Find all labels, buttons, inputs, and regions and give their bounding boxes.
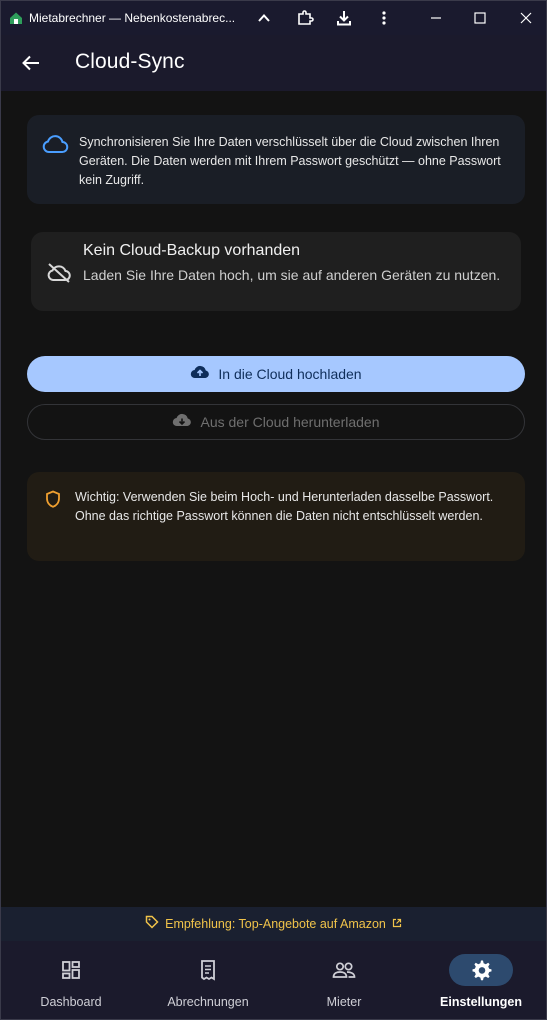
download-icon[interactable]: [334, 8, 354, 28]
upload-button-label: In die Cloud hochladen: [218, 366, 362, 382]
download-button[interactable]: Aus der Cloud herunterladen: [27, 404, 525, 440]
info-text: Synchronisieren Sie Ihre Daten verschlüs…: [79, 135, 501, 187]
extension-icon[interactable]: [295, 8, 315, 28]
nav-item-einstellungen[interactable]: Einstellungen: [440, 941, 522, 1019]
window-title: Mietabrechner — Nebenkostenabrec...: [29, 11, 236, 25]
backup-status-card: Kein Cloud-Backup vorhanden Laden Sie Ih…: [31, 232, 521, 311]
cloud-off-icon: [46, 262, 72, 284]
app-logo-icon: [9, 11, 23, 25]
receipt-icon: [176, 954, 240, 986]
promo-banner[interactable]: Empfehlung: Top-Angebote auf Amazon: [1, 907, 546, 941]
warning-card: Wichtig: Verwenden Sie beim Hoch- und He…: [27, 472, 525, 561]
back-arrow-icon[interactable]: [17, 51, 45, 75]
page-title: Cloud-Sync: [75, 50, 185, 73]
people-icon: [312, 954, 376, 986]
app-bar: Cloud-Sync: [1, 35, 546, 91]
bottom-navigation: Dashboard Abrechnungen Mieter Einstellun…: [1, 941, 546, 1019]
nav-label-abrechnungen: Abrechnungen: [167, 995, 249, 1009]
app-window: Mietabrechner — Nebenkostenabrec... Clou…: [0, 0, 547, 1020]
cloud-icon: [41, 133, 69, 155]
status-description: Laden Sie Ihre Daten hoch, um sie auf an…: [83, 267, 501, 283]
shield-icon: [45, 490, 61, 508]
cloud-upload-icon: [190, 364, 210, 385]
nav-label-mieter: Mieter: [326, 995, 362, 1009]
nav-label-dashboard: Dashboard: [40, 995, 102, 1009]
nav-item-mieter[interactable]: Mieter: [312, 941, 376, 1019]
minimize-icon[interactable]: [426, 8, 446, 28]
status-title: Kein Cloud-Backup vorhanden: [83, 242, 301, 259]
cloud-download-icon: [172, 412, 192, 433]
nav-label-einstellungen: Einstellungen: [440, 995, 522, 1009]
gear-icon: [449, 954, 513, 986]
dashboard-icon: [39, 954, 103, 986]
warning-text: Wichtig: Verwenden Sie beim Hoch- und He…: [75, 490, 494, 524]
nav-item-dashboard[interactable]: Dashboard: [39, 941, 103, 1019]
chevron-up-icon[interactable]: [254, 8, 274, 28]
download-button-label: Aus der Cloud herunterladen: [200, 414, 380, 430]
maximize-icon[interactable]: [470, 8, 490, 28]
window-titlebar: Mietabrechner — Nebenkostenabrec...: [1, 1, 546, 35]
external-link-icon: [392, 915, 402, 933]
close-icon[interactable]: [516, 8, 536, 28]
nav-item-abrechnungen[interactable]: Abrechnungen: [166, 941, 250, 1019]
more-vert-icon[interactable]: [374, 8, 394, 28]
upload-button[interactable]: In die Cloud hochladen: [27, 356, 525, 392]
tag-icon: [145, 915, 159, 934]
info-card: Synchronisieren Sie Ihre Daten verschlüs…: [27, 115, 525, 204]
promo-label: Empfehlung: Top-Angebote auf Amazon: [165, 917, 386, 931]
